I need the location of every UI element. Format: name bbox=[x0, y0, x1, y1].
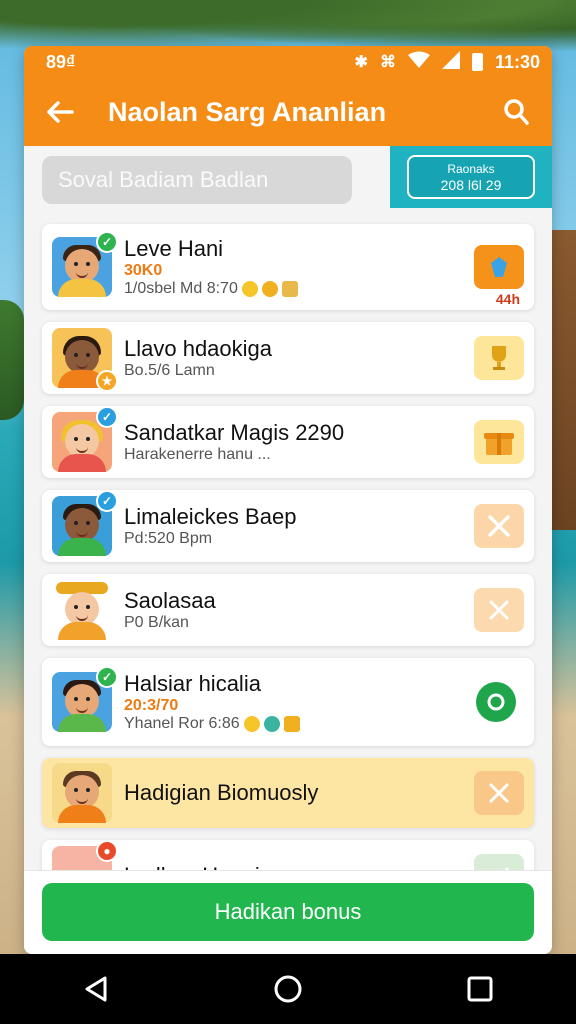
gem-icon bbox=[491, 257, 507, 277]
search-button[interactable] bbox=[496, 92, 536, 132]
bluetooth-icon: ✱ bbox=[354, 54, 368, 71]
row-subtitle: Bo.5/6 Lamn bbox=[124, 362, 215, 379]
star-badge-icon: ★ bbox=[96, 370, 118, 392]
bonus-badge-line2: 208 l6l 29 bbox=[440, 177, 502, 193]
rewards-list: ✓ Leve Hani 30K0 1/0sbel Md 8:70 44h ★ L… bbox=[42, 224, 534, 924]
list-item[interactable]: ✓ Sandatkar Magis 2290 Harakenerre hanu … bbox=[42, 406, 534, 478]
search-input[interactable] bbox=[42, 156, 352, 204]
badge-icon: ● bbox=[96, 840, 118, 862]
search-icon bbox=[504, 99, 529, 125]
tools-action-button[interactable] bbox=[474, 504, 524, 548]
bird-badge-icon: ✓ bbox=[96, 490, 118, 512]
avatar: ✓ bbox=[52, 406, 118, 472]
wifi-icon bbox=[407, 51, 430, 74]
status-icons: ✱ ⌘ 11:30 bbox=[354, 50, 540, 74]
signal-icon bbox=[441, 50, 460, 74]
background-hut bbox=[550, 230, 576, 530]
row-subtitle: Yhanel Ror 6:86 bbox=[124, 715, 476, 733]
coin-stack-icon bbox=[283, 716, 300, 732]
status-bar: 89₫ ✱ ⌘ 11:30 bbox=[24, 46, 552, 78]
app-header: Naolan Sarg Ananlian bbox=[24, 78, 552, 146]
avatar: ✓ bbox=[52, 231, 118, 297]
battery-icon bbox=[471, 53, 483, 71]
status-left-text: 89₫ bbox=[46, 51, 76, 72]
close-icon bbox=[489, 783, 509, 803]
arrow-left-icon bbox=[47, 101, 74, 123]
avatar: ✓ bbox=[52, 490, 118, 556]
dismiss-button[interactable] bbox=[474, 588, 524, 632]
verified-badge-icon: ✓ bbox=[96, 231, 118, 253]
gift-icon bbox=[484, 433, 514, 455]
coin-icon bbox=[261, 281, 278, 297]
list-item[interactable]: Saolasaa P0 B/kan bbox=[42, 574, 534, 646]
bottom-action-bar: Hadikan bonus bbox=[24, 870, 552, 954]
square-recents-icon bbox=[467, 976, 493, 1002]
nav-home-button[interactable] bbox=[258, 959, 318, 1019]
gift-action-button[interactable] bbox=[474, 420, 524, 464]
row-name: Limaleickes Baep bbox=[124, 504, 297, 529]
trophy-action-button[interactable] bbox=[474, 336, 524, 380]
app-window: 89₫ ✱ ⌘ 11:30 Naolan Sarg Ananlian Soval… bbox=[24, 46, 552, 954]
bonus-badge-line1: Raonaks bbox=[447, 162, 495, 176]
status-time: 11:30 bbox=[494, 51, 540, 72]
avatar: ★ bbox=[52, 328, 118, 392]
avatar bbox=[52, 580, 112, 640]
nav-recents-button[interactable] bbox=[450, 959, 510, 1019]
close-icon bbox=[489, 600, 509, 620]
android-navigation-bar bbox=[0, 954, 576, 1024]
page-title: Naolan Sarg Ananlian bbox=[108, 96, 387, 127]
gem-action-button[interactable]: 44h bbox=[474, 245, 524, 307]
row-subtitle: P0 B/kan bbox=[124, 614, 189, 631]
nav-back-button[interactable] bbox=[66, 959, 126, 1019]
refresh-button[interactable] bbox=[476, 682, 516, 722]
coin-icon bbox=[241, 281, 258, 297]
dismiss-button[interactable] bbox=[474, 771, 524, 815]
row-subtitle: Pd:520 Bpm bbox=[124, 530, 213, 547]
avatar bbox=[52, 763, 112, 823]
row-subtitle: 1/0sbel Md 8:70 bbox=[124, 280, 474, 298]
triangle-back-icon bbox=[85, 976, 107, 1002]
row-name: Llavo hdaokiga bbox=[124, 336, 273, 361]
coin-stack-icon bbox=[281, 281, 298, 297]
coin-icon bbox=[243, 716, 260, 732]
vibrate-icon: ⌘ bbox=[379, 54, 396, 71]
coin-icon bbox=[263, 716, 280, 732]
row-amount: 30K0 bbox=[124, 262, 163, 279]
list-item[interactable]: ✓ Halsiar hicalia 20:3/70 Yhanel Ror 6:8… bbox=[42, 658, 534, 746]
bonus-badge-container: Raonaks 208 l6l 29 bbox=[390, 146, 552, 208]
row-name: Sandatkar Magis 2290 bbox=[124, 420, 345, 445]
crossed-tools-icon bbox=[488, 515, 510, 537]
row-amount: 20:3/70 bbox=[124, 697, 179, 714]
bonus-badge[interactable]: Raonaks 208 l6l 29 bbox=[407, 155, 535, 199]
background-palm bbox=[0, 300, 24, 420]
list-item[interactable]: ★ Llavo hdaokiga Bo.5/6 Lamn bbox=[42, 322, 534, 394]
claim-bonus-button[interactable]: Hadikan bonus bbox=[42, 883, 534, 941]
list-item-highlighted[interactable]: Hadigian Biomuosly bbox=[42, 758, 534, 828]
row-name: Halsiar hicalia bbox=[124, 671, 261, 696]
row-name: Hadigian Biomuosly bbox=[124, 780, 319, 805]
refresh-icon bbox=[487, 693, 505, 711]
back-button[interactable] bbox=[40, 92, 80, 132]
row-subtitle: Harakenerre hanu ... bbox=[124, 446, 271, 463]
bird-badge-icon: ✓ bbox=[96, 406, 118, 428]
row-name: Saolasaa bbox=[124, 588, 216, 613]
avatar: ✓ bbox=[52, 666, 118, 732]
circle-home-icon bbox=[274, 975, 302, 1003]
list-item[interactable]: ✓ Limaleickes Baep Pd:520 Bpm bbox=[42, 490, 534, 562]
list-item[interactable]: ✓ Leve Hani 30K0 1/0sbel Md 8:70 44h bbox=[42, 224, 534, 310]
row-name: Leve Hani bbox=[124, 236, 224, 261]
action-label: 44h bbox=[495, 291, 520, 307]
trophy-icon bbox=[492, 346, 506, 370]
verified-badge-icon: ✓ bbox=[96, 666, 118, 688]
search-row: Raonaks 208 l6l 29 bbox=[24, 146, 552, 214]
